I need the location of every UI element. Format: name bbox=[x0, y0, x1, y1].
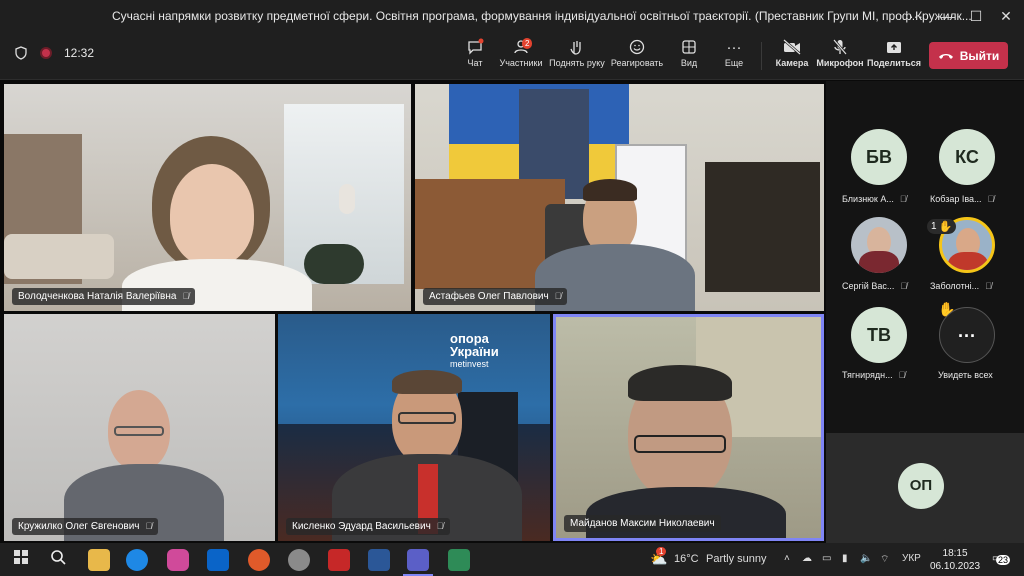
mic-off-icon: 🎙̸ bbox=[899, 194, 907, 204]
onedrive-icon[interactable]: ☁ bbox=[802, 553, 812, 564]
participant-label: Близнюк А... 🎙̸ bbox=[842, 194, 907, 204]
poster-text: опора України metinvest bbox=[450, 331, 499, 369]
raise-hand-icon bbox=[547, 38, 607, 58]
meeting-status: 12:32 bbox=[14, 46, 94, 60]
more-options-button[interactable]: ··· bbox=[906, 6, 926, 26]
app-icon[interactable] bbox=[248, 549, 270, 571]
microphone-button[interactable]: Микрофон bbox=[810, 38, 870, 68]
volume-icon[interactable]: 🔈 bbox=[860, 553, 872, 564]
participant-label: Кобзар Іва... 🎙̸ bbox=[930, 194, 995, 204]
app-icon[interactable] bbox=[448, 549, 470, 571]
notification-count: 23 bbox=[996, 555, 1011, 565]
video-tile[interactable]: опора України metinvest Кисленко Эдуард … bbox=[278, 314, 550, 541]
title-bar: Сучасні напрямки розвитку предметної сфе… bbox=[0, 0, 1024, 32]
participant-gallery: БВ Близнюк А... 🎙̸ КС Кобзар Іва... 🎙̸ Сер… bbox=[826, 81, 1024, 433]
participant-label: Заболотні... 🎙̸ bbox=[930, 281, 992, 291]
mic-off-icon: 🎙̸ bbox=[987, 194, 995, 204]
participants-label: Участники bbox=[499, 58, 543, 68]
recording-icon bbox=[40, 47, 52, 59]
phone-hangup-icon bbox=[938, 53, 953, 59]
shield-icon bbox=[15, 46, 27, 60]
more-button[interactable]: ··· Еще bbox=[704, 38, 764, 68]
participant-label: Тягнирядн... 🎙̸ bbox=[842, 370, 906, 380]
more-icon: ··· bbox=[726, 39, 742, 56]
raise-hand-icon: ✋ bbox=[938, 221, 953, 233]
leave-button[interactable]: Выйти bbox=[929, 42, 1008, 69]
mic-off-icon: 🎙̸ bbox=[985, 281, 992, 291]
participant-label: Сергій Вас... 🎙̸ bbox=[842, 281, 908, 291]
close-button[interactable]: ✕ bbox=[996, 6, 1016, 26]
video-tile[interactable]: Володченкова Наталія Валеріївна 🎙̸ bbox=[4, 84, 411, 311]
maximize-button[interactable]: ☐ bbox=[966, 6, 986, 26]
participant-name-tag: Майданов Максим Николаевич bbox=[564, 515, 721, 532]
video-tile[interactable]: Астафьев Олег Павлович 🎙̸ bbox=[415, 84, 824, 311]
avatar[interactable]: БВ bbox=[851, 129, 907, 185]
weather-description[interactable]: Partly sunny bbox=[706, 553, 767, 565]
react-label: Реагировать bbox=[610, 58, 664, 68]
windows-start-icon[interactable] bbox=[10, 549, 32, 571]
edge-browser-icon[interactable] bbox=[126, 549, 148, 571]
video-tile-active-speaker[interactable]: Майданов Максим Николаевич bbox=[553, 314, 824, 541]
mic-off-icon: 🎙̸ bbox=[898, 370, 906, 380]
avatar-photo[interactable] bbox=[851, 217, 907, 273]
leave-label: Выйти bbox=[959, 48, 1000, 63]
share-label: Поделиться bbox=[866, 58, 921, 68]
avatar[interactable]: ОП bbox=[898, 463, 944, 509]
weather-temp[interactable]: 16°C bbox=[674, 553, 699, 565]
word-icon[interactable] bbox=[368, 549, 390, 571]
mic-off-icon: 🎙̸ bbox=[436, 521, 444, 531]
mic-off-icon: 🎙̸ bbox=[145, 521, 153, 531]
meeting-timer: 12:32 bbox=[64, 46, 95, 60]
smile-icon bbox=[607, 38, 667, 58]
network-icon[interactable]: ▭ bbox=[822, 553, 831, 564]
battery-icon[interactable]: ▮ bbox=[842, 553, 848, 564]
chevron-up-icon[interactable]: ˄ bbox=[784, 553, 790, 564]
language-indicator[interactable]: УКР bbox=[902, 553, 921, 564]
participant-name-tag: Астафьев Олег Павлович 🎙̸ bbox=[423, 288, 568, 305]
participant-name-tag: Кружилко Олег Євгенович 🎙̸ bbox=[12, 518, 159, 535]
video-tile[interactable]: Кружилко Олег Євгенович 🎙̸ bbox=[4, 314, 275, 541]
raise-hand-button[interactable]: Поднять руку bbox=[547, 38, 607, 68]
share-button[interactable]: Поделиться bbox=[864, 38, 924, 68]
photos-app-icon[interactable] bbox=[167, 549, 189, 571]
see-all-button[interactable]: ··· bbox=[939, 307, 995, 363]
window-title: Сучасні напрямки розвитку предметної сфе… bbox=[112, 9, 972, 23]
notifications-button[interactable]: ▭ 23 bbox=[992, 551, 1011, 569]
avatar[interactable]: ТВ bbox=[851, 307, 907, 363]
avatar[interactable]: КС bbox=[939, 129, 995, 185]
microphone-label: Микрофон bbox=[816, 58, 864, 68]
share-icon bbox=[864, 38, 924, 58]
participant-name-tag: Володченкова Наталія Валеріївна 🎙̸ bbox=[12, 288, 196, 305]
app-icon[interactable] bbox=[288, 549, 310, 571]
meeting-toolbar: 12:32 Чат 2 Участники Поднять руку Реаги… bbox=[0, 32, 1024, 80]
react-button[interactable]: Реагировать bbox=[607, 38, 667, 68]
participants-button[interactable]: 2 Участники bbox=[491, 38, 551, 68]
mic-off-icon: 🎙̸ bbox=[182, 291, 190, 301]
mic-off-icon: 🎙̸ bbox=[900, 281, 908, 291]
outlook-icon[interactable] bbox=[207, 549, 229, 571]
clock[interactable]: 18:15 06.10.2023 bbox=[930, 547, 980, 573]
teams-icon[interactable] bbox=[407, 549, 429, 571]
raised-hand-badge: 1 ✋ bbox=[927, 219, 957, 234]
pdf-reader-icon[interactable] bbox=[328, 549, 350, 571]
minimize-button[interactable]: — bbox=[938, 6, 958, 26]
participant-name-tag: Кисленко Эдуард Васильевич 🎙̸ bbox=[286, 518, 450, 535]
file-explorer-icon[interactable] bbox=[88, 549, 110, 571]
mic-off-icon: 🎙̸ bbox=[554, 291, 562, 301]
search-icon[interactable] bbox=[47, 549, 69, 571]
mic-off-icon bbox=[810, 38, 870, 58]
wifi-icon[interactable]: ⌔ bbox=[880, 553, 889, 566]
self-preview: ОП bbox=[826, 433, 1024, 543]
see-all-label[interactable]: Увидеть всех bbox=[938, 370, 1018, 380]
people-icon bbox=[491, 38, 551, 58]
raise-hand-label: Поднять руку bbox=[549, 58, 605, 68]
more-label: Еще bbox=[724, 58, 744, 68]
windows-taskbar: ⛅ 1 16°C Partly sunny ˄ ☁ ▭ ▮ 🔈 ⌔ УКР 18… bbox=[0, 543, 1024, 576]
